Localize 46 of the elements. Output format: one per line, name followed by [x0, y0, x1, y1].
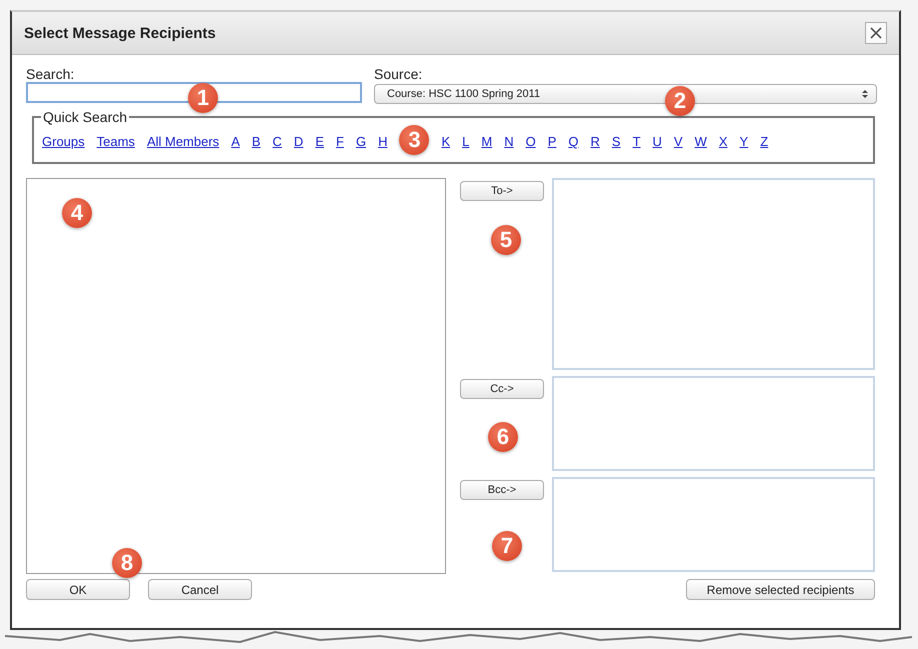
quick-search-link[interactable]: Groups	[42, 134, 85, 149]
quick-search-link[interactable]: Y	[740, 134, 748, 149]
recipient-list[interactable]	[552, 477, 875, 572]
quick-search-link[interactable]: C	[272, 134, 282, 149]
quick-search-link[interactable]: A	[231, 134, 240, 149]
quick-search-legend: Quick Search	[41, 109, 130, 125]
quick-search-link[interactable]: H	[378, 134, 388, 149]
remove-recipients-button[interactable]: Remove selected recipients	[686, 579, 875, 600]
quick-search-link[interactable]: B	[252, 134, 261, 149]
quick-search-link[interactable]: O	[526, 134, 536, 149]
quick-search-link[interactable]: N	[504, 134, 514, 149]
search-label: Search:	[26, 67, 76, 82]
close-icon	[870, 27, 882, 39]
quick-search-link[interactable]: W	[694, 134, 707, 149]
add-recipient-button[interactable]: To->	[460, 181, 544, 201]
ok-button[interactable]: OK	[26, 579, 130, 600]
callout-number: 3	[399, 124, 430, 154]
quick-search-link[interactable]: S	[612, 134, 621, 149]
members-list[interactable]	[26, 178, 446, 574]
quick-search-link[interactable]: E	[315, 134, 324, 149]
quick-search-link[interactable]: P	[548, 134, 556, 149]
quick-search-link[interactable]: K	[441, 134, 450, 149]
close-button[interactable]	[865, 22, 887, 44]
quick-search-link[interactable]: L	[462, 134, 470, 149]
quick-search-link[interactable]: D	[294, 134, 304, 149]
recipient-list[interactable]	[552, 376, 875, 471]
quick-search-link[interactable]: X	[718, 134, 728, 149]
dropdown-arrows-icon	[862, 89, 868, 99]
add-recipient-button[interactable]: Bcc->	[460, 480, 544, 500]
quick-search-link[interactable]: Teams	[96, 134, 135, 149]
quick-search-link[interactable]: All Members	[146, 134, 220, 149]
source-label: Source:	[374, 67, 424, 82]
quick-search-link[interactable]: G	[356, 134, 366, 149]
quick-search-link[interactable]: V	[674, 134, 683, 149]
quick-search-link[interactable]: Q	[568, 134, 579, 149]
recipient-list[interactable]	[552, 178, 875, 370]
quick-search-link[interactable]: U	[652, 134, 662, 149]
quick-search-link[interactable]: M	[481, 134, 492, 149]
quick-search-link[interactable]: Z	[760, 134, 768, 149]
quick-search-link[interactable]: R	[590, 134, 600, 149]
quick-search-link[interactable]: F	[336, 134, 344, 149]
window-title: Select Message Recipients	[24, 24, 216, 42]
cancel-button[interactable]: Cancel	[148, 579, 252, 600]
add-recipient-button[interactable]: Cc->	[460, 379, 544, 399]
search-field[interactable]	[26, 82, 362, 103]
quick-search-link[interactable]: T	[632, 134, 641, 149]
